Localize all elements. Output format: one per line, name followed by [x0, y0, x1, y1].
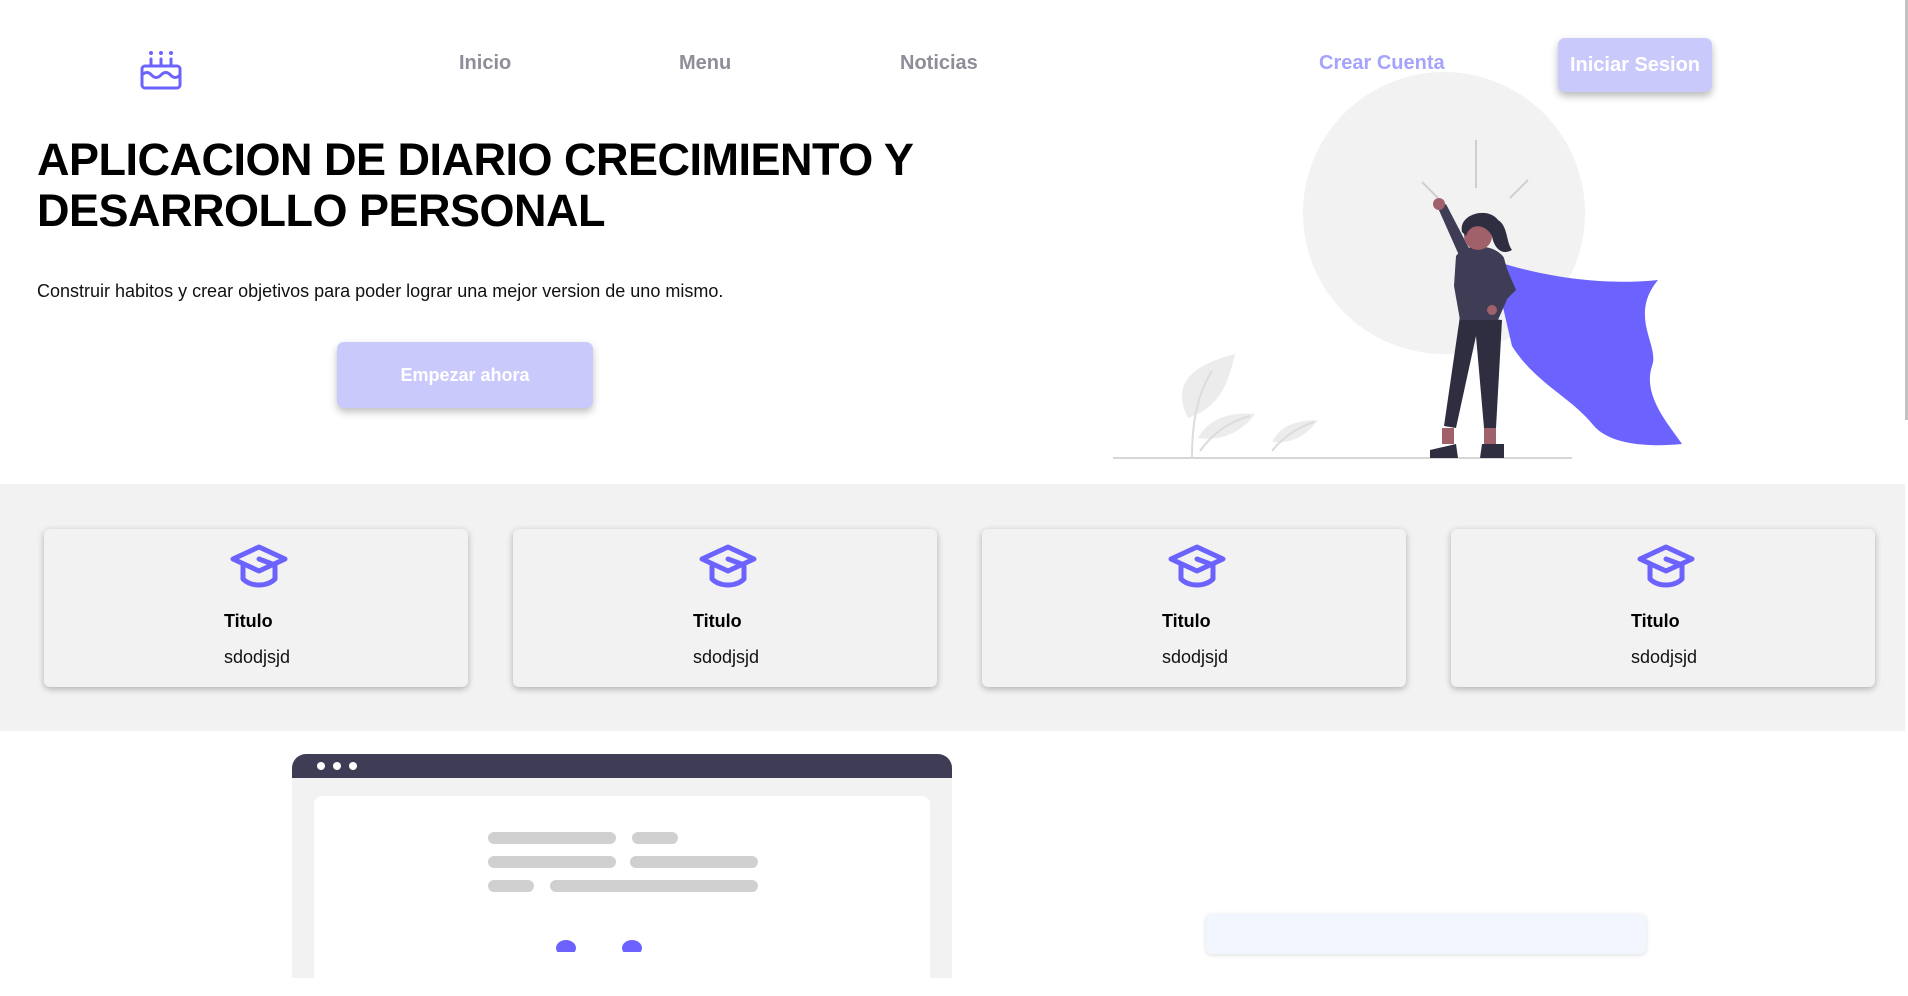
browser-page	[314, 796, 930, 996]
superhero-woman-illustration	[1113, 72, 1682, 459]
feature-card: Titulo sdodjsjd	[513, 529, 937, 687]
nav-link-noticias[interactable]: Noticias	[900, 52, 978, 75]
text-placeholder	[488, 856, 616, 868]
feature-card: Titulo sdodjsjd	[982, 529, 1406, 687]
feature-card-text: sdodjsjd	[693, 647, 760, 667]
illustration-cape	[1492, 260, 1682, 446]
feature-card: Titulo sdodjsjd	[44, 529, 468, 687]
text-placeholder	[630, 856, 758, 868]
feature-card: Titulo sdodjsjd	[1451, 529, 1875, 687]
start-now-button[interactable]: Empezar ahora	[337, 342, 593, 408]
content-panel	[1206, 914, 1646, 954]
browser-window-illustration	[292, 754, 952, 996]
graduation-cap-icon	[230, 544, 288, 588]
graduation-cap-icon	[1637, 544, 1695, 588]
feature-card-title: Titulo	[693, 611, 742, 631]
text-placeholder	[550, 880, 758, 892]
feature-card-text: sdodjsjd	[1631, 647, 1698, 667]
text-placeholder	[488, 880, 534, 892]
text-placeholder	[632, 832, 678, 844]
feature-card-title: Titulo	[224, 611, 273, 631]
cake-logo-icon[interactable]	[138, 46, 184, 92]
purple-shapes-icon	[556, 940, 642, 952]
hero-subtitle: Construir habitos y crear objetivos para…	[37, 281, 724, 301]
text-placeholder	[488, 832, 616, 844]
window-dot-icon	[333, 762, 341, 770]
graduation-cap-icon	[699, 544, 757, 588]
browser-body	[292, 778, 952, 996]
window-dot-icon	[317, 762, 325, 770]
feature-card-title: Titulo	[1162, 611, 1211, 631]
feature-card-title: Titulo	[1631, 611, 1680, 631]
hero-title: APLICACION DE DIARIO CRECIMIENTO Y DESAR…	[37, 134, 913, 236]
features-section: Titulo sdodjsjd Titulo sdodjsjd Titulo s…	[0, 484, 1905, 731]
feature-card-text: sdodjsjd	[1162, 647, 1229, 667]
nav-link-menu[interactable]: Menu	[679, 52, 731, 75]
feature-card-text: sdodjsjd	[224, 647, 291, 667]
browser-title-bar	[292, 754, 952, 778]
window-dot-icon	[349, 762, 357, 770]
nav-link-inicio[interactable]: Inicio	[459, 52, 511, 75]
graduation-cap-icon	[1168, 544, 1226, 588]
